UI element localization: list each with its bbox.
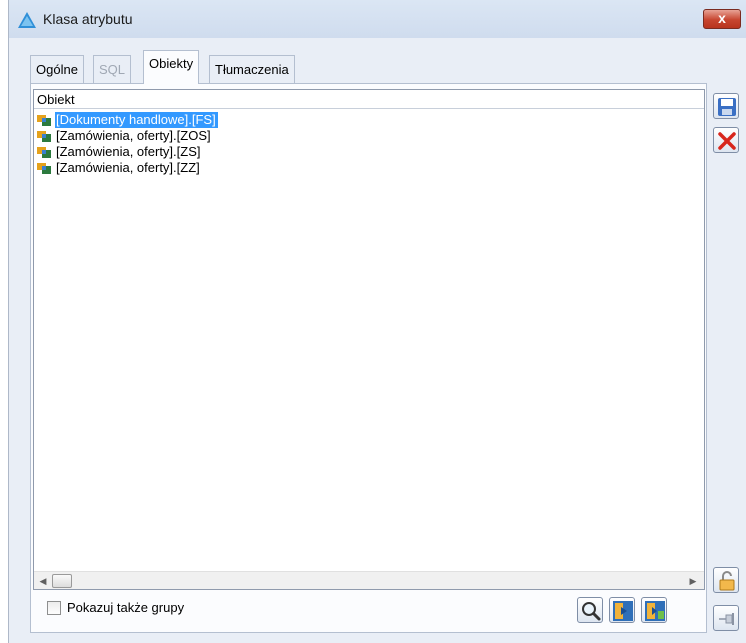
add-group-icon (645, 601, 665, 621)
scroll-thumb[interactable] (52, 574, 72, 588)
scroll-left-icon[interactable]: ◀ (35, 574, 51, 588)
red-x-icon (718, 132, 736, 150)
scroll-right-icon[interactable]: ▶ (685, 574, 701, 588)
tab-sql: SQL (93, 55, 132, 83)
delete-button[interactable] (713, 127, 739, 153)
object-class-icon (37, 131, 51, 142)
object-class-icon (37, 147, 51, 158)
add-group-button[interactable] (641, 597, 667, 623)
list-item[interactable]: [Zamówienia, oferty].[ZOS] (35, 128, 703, 144)
dialog-window: Klasa atrybutu x Ogólne SQL Obiekty Tłum… (8, 0, 746, 643)
window-title: Klasa atrybutu (43, 11, 133, 27)
show-groups-label: Pokazuj także grupy (67, 600, 185, 615)
objects-list[interactable]: Obiekt [Dokumenty handlowe].[FS] [Zamówi… (33, 89, 705, 590)
app-logo-icon (18, 12, 36, 28)
title-bar[interactable]: Klasa atrybutu x (9, 0, 746, 38)
list-item-label: [Zamówienia, oferty].[ZS] (56, 144, 201, 159)
lock-button[interactable] (713, 567, 739, 593)
tab-ogolne[interactable]: Ogólne (30, 55, 84, 83)
add-object-icon (613, 601, 633, 621)
search-button[interactable] (577, 597, 603, 623)
object-class-icon (37, 115, 51, 126)
horizontal-scrollbar[interactable]: ◀ ▶ (34, 571, 704, 589)
column-header-obiekt[interactable]: Obiekt (34, 90, 704, 109)
list-item-label: [Dokumenty handlowe].[FS] (55, 112, 218, 128)
object-class-icon (37, 163, 51, 174)
show-groups-checkbox[interactable] (47, 601, 61, 615)
save-button[interactable] (713, 93, 739, 119)
list-item-label: [Zamówienia, oferty].[ZZ] (56, 160, 200, 175)
list-item[interactable]: [Dokumenty handlowe].[FS] (35, 112, 703, 128)
close-button[interactable]: x (703, 9, 741, 29)
list-item-label: [Zamówienia, oferty].[ZOS] (56, 128, 211, 143)
pin-button[interactable] (713, 605, 739, 631)
list-item[interactable]: [Zamówienia, oferty].[ZS] (35, 144, 703, 160)
magnifier-icon (582, 602, 601, 621)
list-item[interactable]: [Zamówienia, oferty].[ZZ] (35, 160, 703, 176)
padlock-icon (719, 571, 735, 591)
floppy-disk-icon (718, 98, 736, 116)
tab-obiekty[interactable]: Obiekty (143, 50, 200, 84)
tab-tlumaczenia[interactable]: Tłumaczenia (209, 55, 295, 83)
add-object-button[interactable] (609, 597, 635, 623)
pin-icon (719, 613, 734, 625)
